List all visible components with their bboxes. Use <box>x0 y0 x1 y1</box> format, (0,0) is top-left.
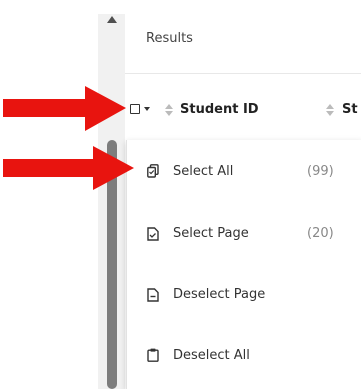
page: Results Student ID St Select All (99) Se… <box>0 0 361 389</box>
scroll-up-arrow-icon[interactable] <box>107 16 117 23</box>
annotation-arrow-select-all <box>3 146 134 194</box>
menu-item-label: Deselect Page <box>173 287 266 302</box>
column-header-student[interactable]: St <box>342 102 358 117</box>
select-page-icon <box>147 226 159 241</box>
deselect-page-icon <box>147 287 159 302</box>
select-dropdown-menu: Select All (99) Select Page (20) Deselec… <box>126 140 361 389</box>
menu-item-count: (20) <box>307 226 334 241</box>
menu-item-label: Deselect All <box>173 348 250 363</box>
menu-item-label: Select All <box>173 164 234 179</box>
sort-icon[interactable] <box>326 104 334 116</box>
results-title: Results <box>146 31 193 46</box>
menu-item-count: (99) <box>307 164 334 179</box>
menu-item-label: Select Page <box>173 226 249 241</box>
menu-item-deselect-all[interactable]: Deselect All <box>127 324 361 384</box>
select-all-checkbox[interactable] <box>130 104 140 114</box>
select-all-icon <box>147 163 159 178</box>
sort-icon[interactable] <box>165 104 173 116</box>
column-header-student-id[interactable]: Student ID <box>180 102 259 117</box>
deselect-all-icon <box>147 347 159 362</box>
menu-item-select-all[interactable]: Select All (99) <box>127 140 361 200</box>
menu-item-deselect-page[interactable]: Deselect Page <box>127 263 361 323</box>
menu-item-select-page[interactable]: Select Page (20) <box>127 202 361 262</box>
annotation-arrow-checkbox <box>3 86 126 135</box>
checkbox-dropdown-caret-icon[interactable] <box>144 107 150 111</box>
